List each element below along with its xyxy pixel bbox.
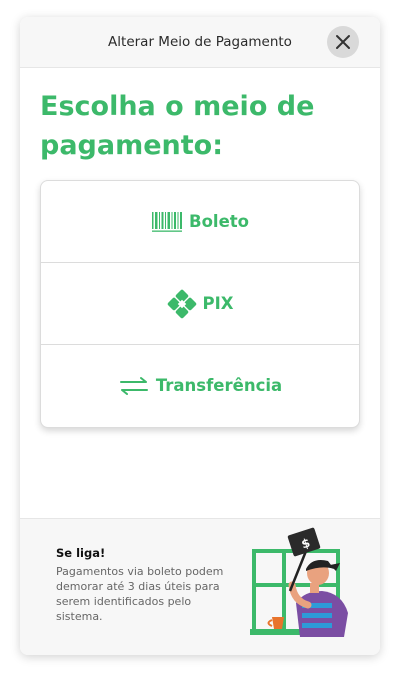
tip-text: Pagamentos via boleto podem demorar até … [56, 565, 224, 623]
transfer-arrows-icon [118, 376, 150, 396]
modal-title: Alterar Meio de Pagamento [108, 34, 292, 50]
tip-title: Se liga! [56, 546, 106, 560]
payment-options-list: Boleto PIX Transferência [40, 180, 360, 428]
option-pix[interactable]: PIX [41, 263, 359, 345]
option-label-boleto: Boleto [189, 212, 249, 231]
modal-header: Alterar Meio de Pagamento [20, 17, 380, 68]
close-button[interactable] [327, 26, 359, 58]
option-label-transferencia: Transferência [155, 376, 283, 395]
option-transferencia[interactable]: Transferência [41, 345, 359, 426]
info-footer: Se liga! Pagamentos via boleto podem dem… [20, 518, 380, 655]
option-boleto[interactable]: Boleto [41, 181, 359, 263]
pix-icon [167, 289, 197, 319]
payment-method-modal: Alterar Meio de Pagamento Escolha o meio… [20, 17, 380, 655]
barcode-icon [151, 211, 183, 233]
page-heading: Escolha o meio de pagamento: [40, 91, 315, 161]
person-holding-dollar-sign-illustration: $ [250, 527, 348, 637]
close-icon [336, 35, 350, 49]
option-label-pix: PIX [202, 294, 234, 313]
